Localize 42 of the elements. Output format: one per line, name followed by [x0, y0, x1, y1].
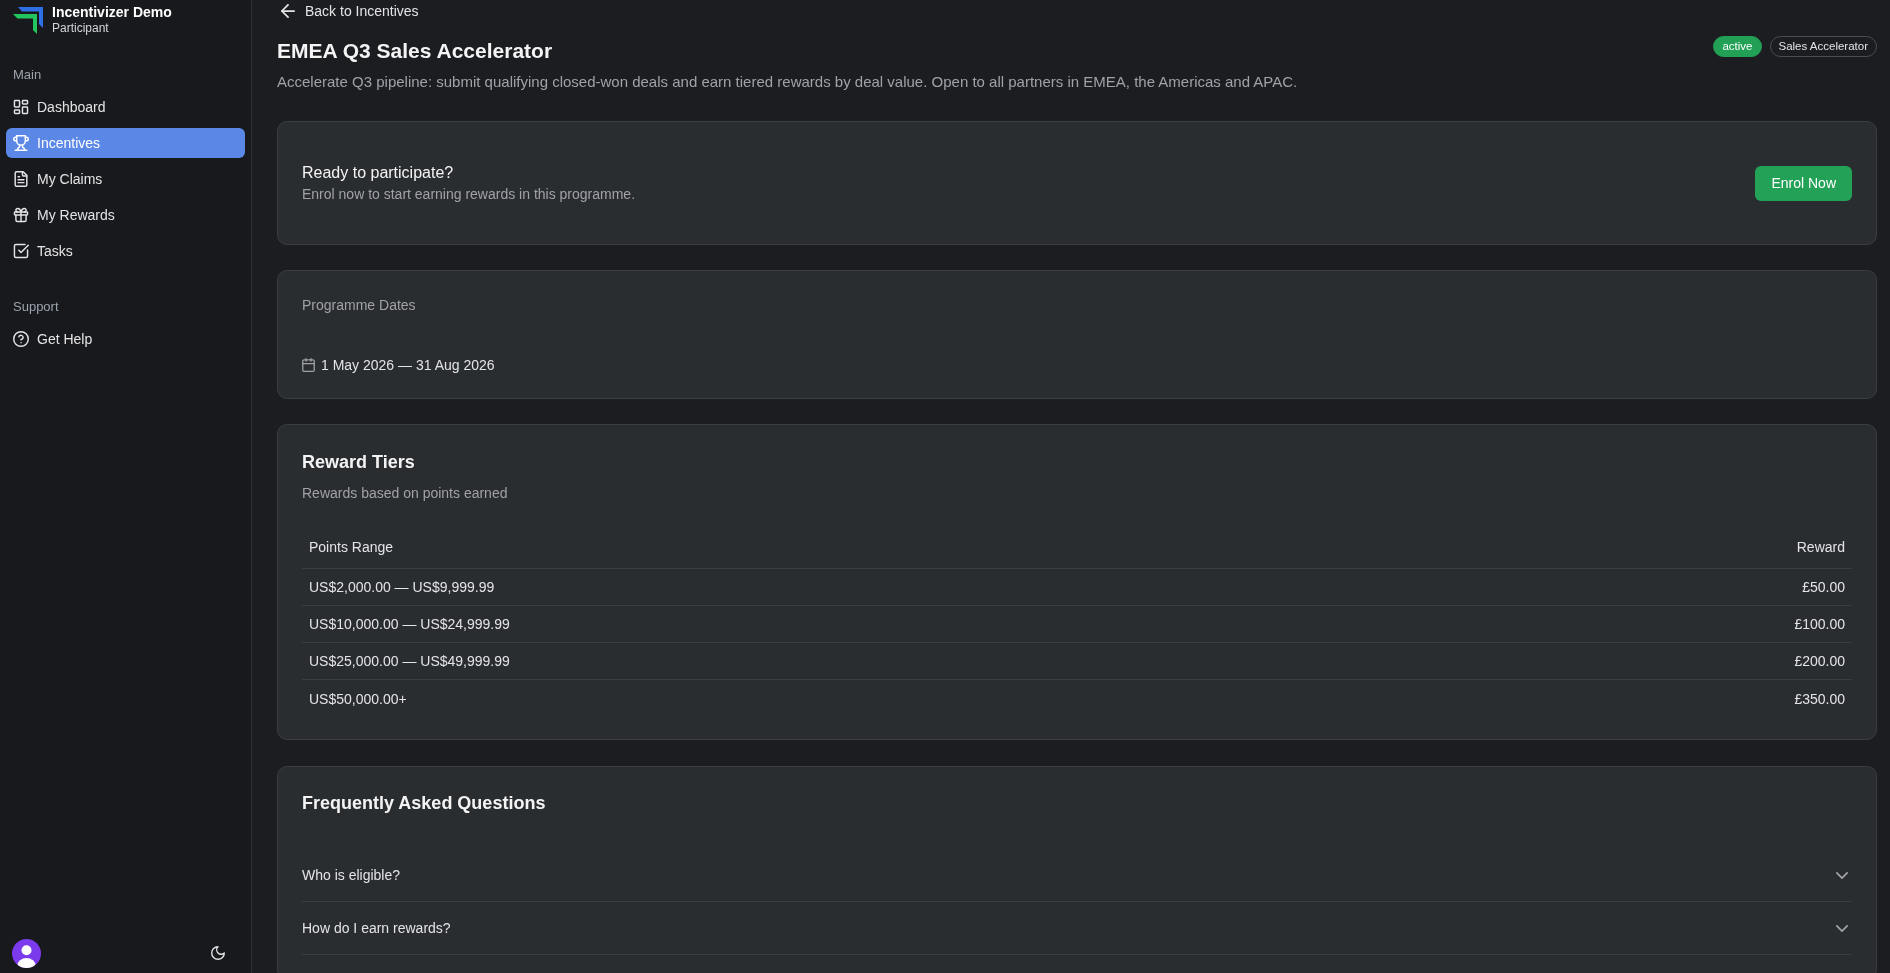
user-role: Participant	[52, 20, 110, 36]
column-header: Points Range	[308, 537, 395, 557]
table-cell-text: US$25,000.00 — US$49,999.99	[308, 652, 511, 671]
calendar-icon	[302, 358, 315, 372]
help-icon	[13, 331, 29, 347]
avatar-icon[interactable]	[12, 938, 41, 968]
date-range: 1 May 2026 — 31 Aug 2026	[321, 356, 495, 375]
table-cell-text: US$50,000.00+	[308, 689, 408, 709]
page-title: EMEA Q3 Sales Accelerator	[277, 38, 553, 64]
brand-title: Incentivizer Demo	[52, 3, 172, 21]
nav-item[interactable]: My Rewards	[6, 200, 245, 230]
table-cell-text: US$2,000.00 — US$9,999.99	[308, 578, 496, 597]
logo-icon	[13, 5, 43, 34]
page-description: Accelerate Q3 pipeline: submit qualifying closed-won deals and earn tiered rewards by deal value. Open to all partners in EMEA, the Americas and APAC.	[277, 72, 1298, 92]
section-label: Support	[12, 299, 60, 315]
status-badge: active	[1713, 36, 1762, 57]
table-cell-text: £350.00	[1793, 689, 1846, 709]
grid-icon	[13, 99, 29, 115]
gift-icon	[13, 207, 29, 223]
section-title: Frequently Asked Questions	[302, 792, 546, 815]
faq-question[interactable]: Who is eligible?	[302, 849, 1852, 902]
nav-item[interactable]: Tasks	[6, 236, 245, 266]
table-cell-text: US$10,000.00 — US$24,999.99	[308, 615, 511, 634]
table-cell-text: £50.00	[1801, 578, 1846, 597]
document-icon	[13, 171, 29, 187]
trophy-icon	[13, 135, 29, 151]
section-title: Reward Tiers	[302, 451, 415, 474]
column-header: Reward	[1795, 537, 1846, 557]
section-label: Main	[12, 67, 43, 83]
back-link[interactable]: Back to Incentives	[277, 2, 419, 20]
faq-question[interactable]: How do I earn rewards?	[302, 902, 1852, 955]
checkbox-icon	[13, 243, 29, 259]
card-title: Ready to participate?	[302, 163, 455, 183]
nav-item[interactable]: My Claims	[6, 164, 245, 194]
nav-item[interactable]: Get Help	[6, 324, 245, 354]
table-cell-text: £100.00	[1793, 615, 1846, 634]
section-subtitle: Rewards based on points earned	[302, 484, 508, 503]
nav-item[interactable]: Dashboard	[6, 92, 245, 122]
card-label: Programme Dates	[302, 296, 416, 315]
card-subtitle: Enrol now to start earning rewards in this programme.	[302, 185, 636, 204]
moon-icon[interactable]	[211, 946, 225, 960]
table-cell-text: £200.00	[1793, 652, 1846, 671]
